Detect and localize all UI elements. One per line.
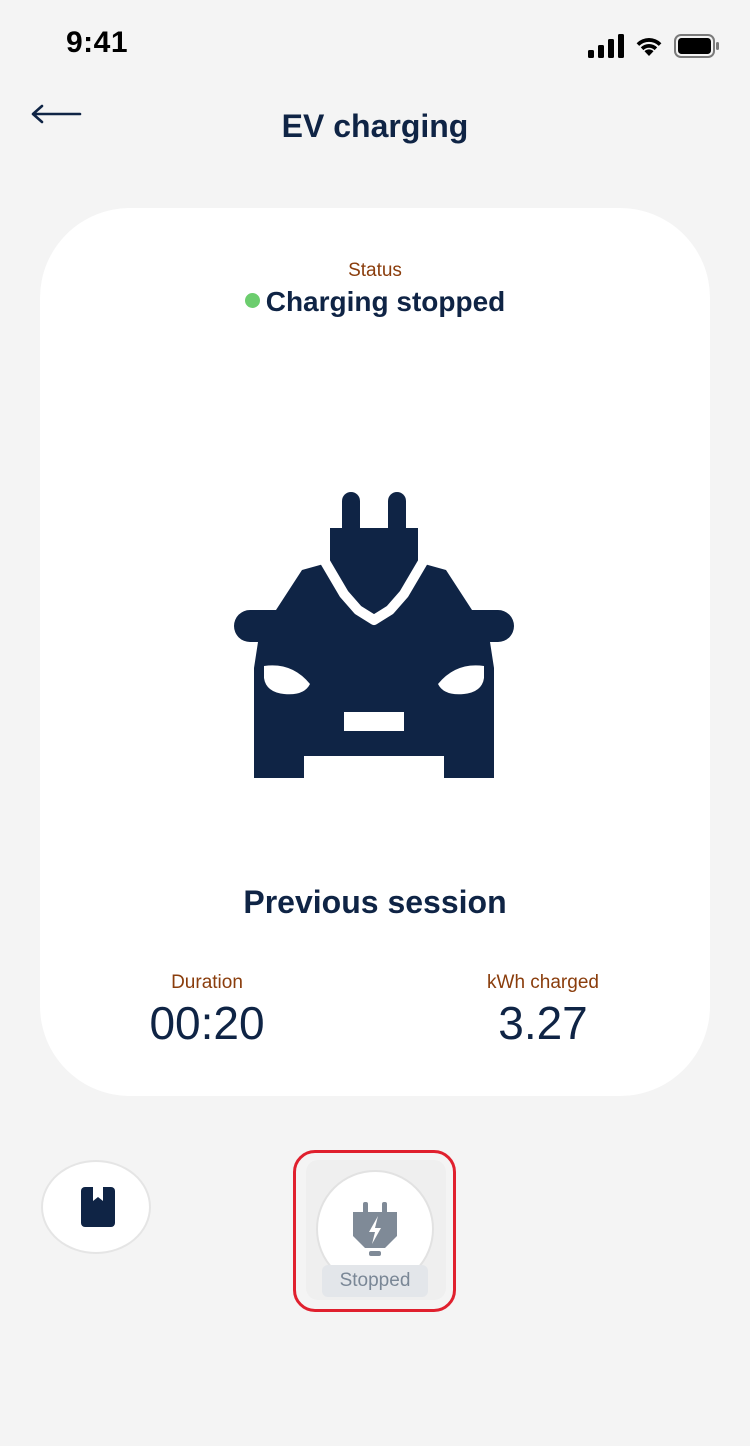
status-bar: 9:41 (0, 0, 750, 90)
cellular-signal-icon (588, 34, 624, 58)
bookmark-button[interactable] (41, 1160, 151, 1254)
kwh-label: kWh charged (487, 972, 599, 993)
bookmark-icon (81, 1187, 115, 1227)
status-value: Charging stopped (40, 286, 710, 318)
battery-icon (674, 34, 719, 58)
status-time: 9:41 (66, 26, 129, 59)
status-icons (588, 34, 720, 58)
previous-session-title: Previous session (243, 884, 507, 920)
charging-status-card: Status Charging stopped Previous session… (40, 208, 710, 1096)
kwh-value: 3.27 (498, 997, 588, 1049)
status-dot-icon (244, 293, 260, 308)
kwh-stat: kWh charged 3.27 (433, 972, 653, 1050)
page-title: EV charging (281, 108, 469, 144)
highlight-annotation (293, 1150, 456, 1312)
duration-value: 00:20 (149, 997, 265, 1049)
status-value-text: Charging stopped (265, 286, 506, 317)
wifi-icon (636, 38, 662, 56)
status-label: Status (348, 260, 402, 281)
duration-label: Duration (171, 972, 243, 993)
ev-car-plug-icon (234, 492, 514, 778)
duration-stat: Duration 00:20 (97, 972, 317, 1050)
